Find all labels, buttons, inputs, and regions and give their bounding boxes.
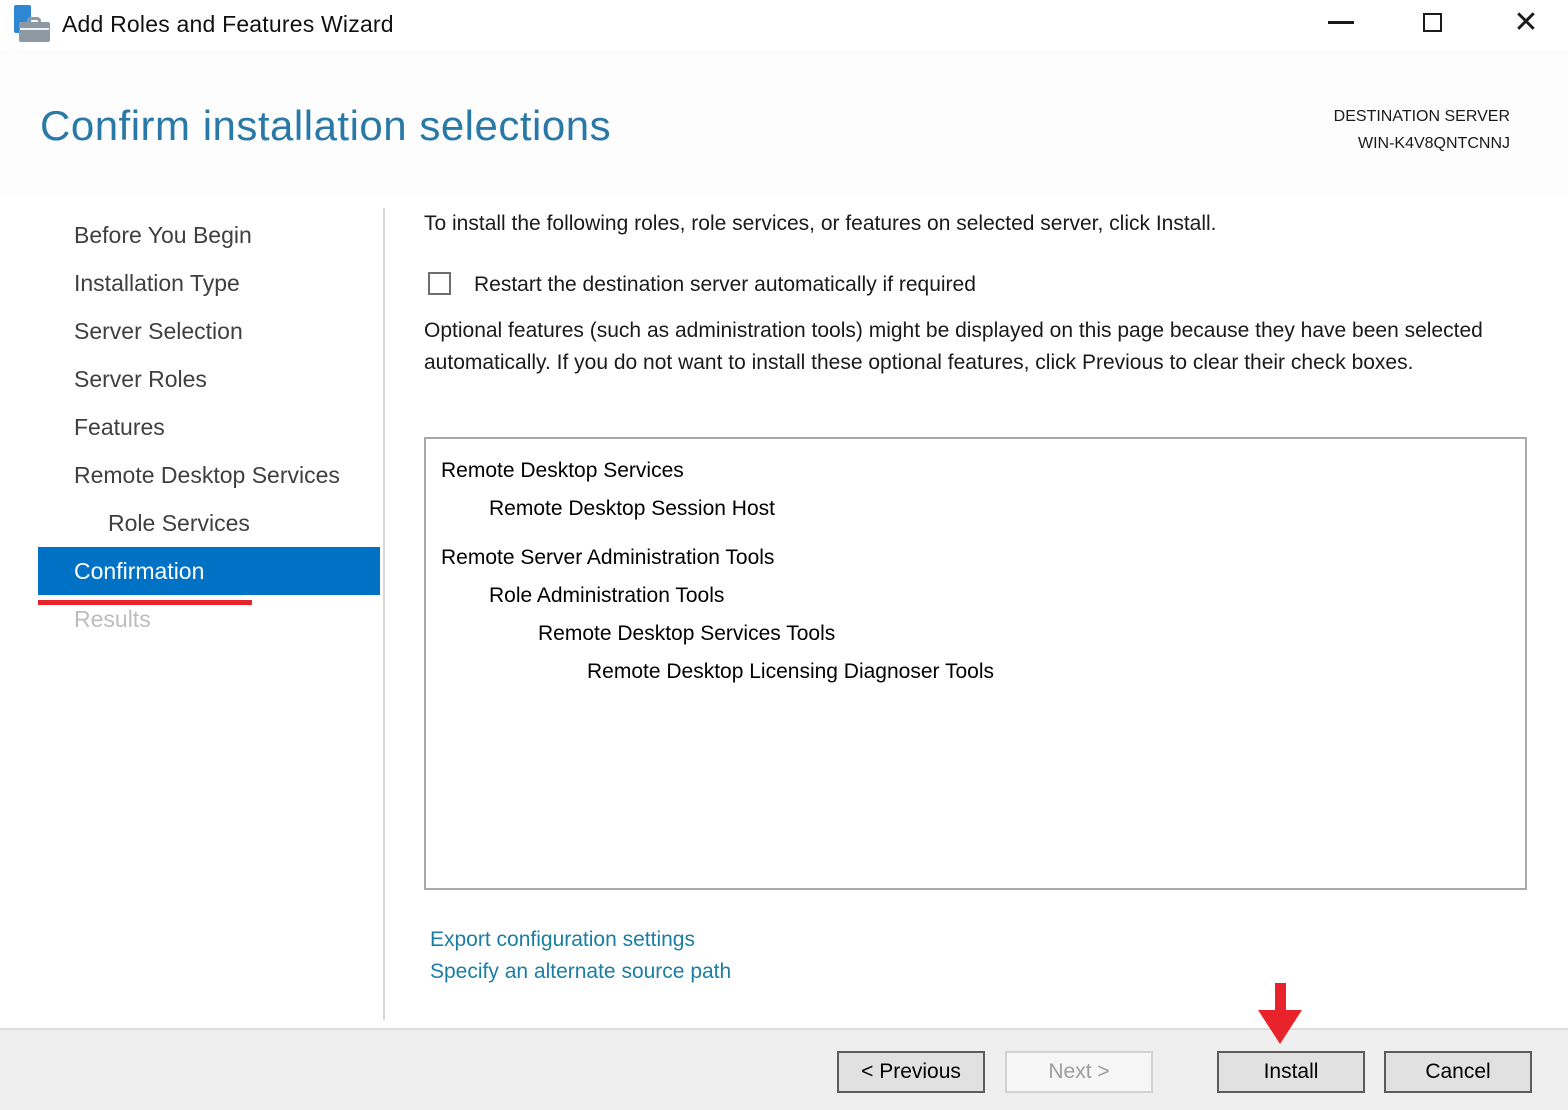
alternate-source-path-link[interactable]: Specify an alternate source path xyxy=(430,960,731,984)
destination-server-block: DESTINATION SERVER WIN-K4V8QNTCNNJ xyxy=(1334,103,1510,157)
tree-item: Remote Desktop Services Tools xyxy=(426,615,1525,653)
close-icon: ✕ xyxy=(1513,6,1538,39)
minimize-icon xyxy=(1328,21,1354,24)
sidebar-item-role-services[interactable]: Role Services xyxy=(38,499,380,547)
previous-button[interactable]: < Previous xyxy=(837,1051,985,1093)
sidebar-divider xyxy=(383,208,385,1020)
tree-item: Remote Desktop Licensing Diagnoser Tools xyxy=(426,653,1525,691)
sidebar-item-installation-type[interactable]: Installation Type xyxy=(38,259,380,307)
maximize-button[interactable] xyxy=(1414,6,1452,40)
maximize-icon xyxy=(1423,13,1442,32)
wizard-steps-sidebar: Before You Begin Installation Type Serve… xyxy=(38,211,380,643)
close-button[interactable]: ✕ xyxy=(1506,0,1546,44)
sidebar-item-server-selection[interactable]: Server Selection xyxy=(38,307,380,355)
tree-item: Remote Desktop Session Host xyxy=(426,490,1525,528)
wizard-header: Confirm installation selections DESTINAT… xyxy=(0,50,1568,195)
tree-item: Remote Server Administration Tools xyxy=(426,539,1525,577)
sidebar-item-features[interactable]: Features xyxy=(38,403,380,451)
restart-checkbox[interactable] xyxy=(428,272,451,295)
page-title: Confirm installation selections xyxy=(40,102,611,150)
intro-text: To install the following roles, role ser… xyxy=(424,212,1217,236)
minimize-button[interactable] xyxy=(1322,6,1360,40)
sidebar-item-confirmation[interactable]: Confirmation xyxy=(38,547,380,595)
optional-features-note: Optional features (such as administratio… xyxy=(424,315,1530,379)
red-underline-annotation xyxy=(38,600,252,605)
destination-server-name: WIN-K4V8QNTCNNJ xyxy=(1334,130,1510,157)
cancel-button[interactable]: Cancel xyxy=(1384,1051,1532,1093)
app-icon xyxy=(12,5,52,47)
sidebar-item-remote-desktop-services[interactable]: Remote Desktop Services xyxy=(38,451,380,499)
export-configuration-link[interactable]: Export configuration settings xyxy=(430,928,695,952)
title-bar: Add Roles and Features Wizard ✕ xyxy=(0,0,1568,50)
red-arrow-annotation xyxy=(1255,983,1305,1045)
sidebar-item-before-you-begin[interactable]: Before You Begin xyxy=(38,211,380,259)
destination-server-label: DESTINATION SERVER xyxy=(1334,103,1510,130)
window-title: Add Roles and Features Wizard xyxy=(62,11,394,38)
next-button: Next > xyxy=(1005,1051,1153,1093)
sidebar-item-server-roles[interactable]: Server Roles xyxy=(38,355,380,403)
restart-checkbox-label[interactable]: Restart the destination server automatic… xyxy=(474,273,976,297)
tree-item: Remote Desktop Services xyxy=(426,452,1525,490)
selected-items-box: Remote Desktop Services Remote Desktop S… xyxy=(424,437,1527,890)
install-button[interactable]: Install xyxy=(1217,1051,1365,1093)
tree-item: Role Administration Tools xyxy=(426,577,1525,615)
